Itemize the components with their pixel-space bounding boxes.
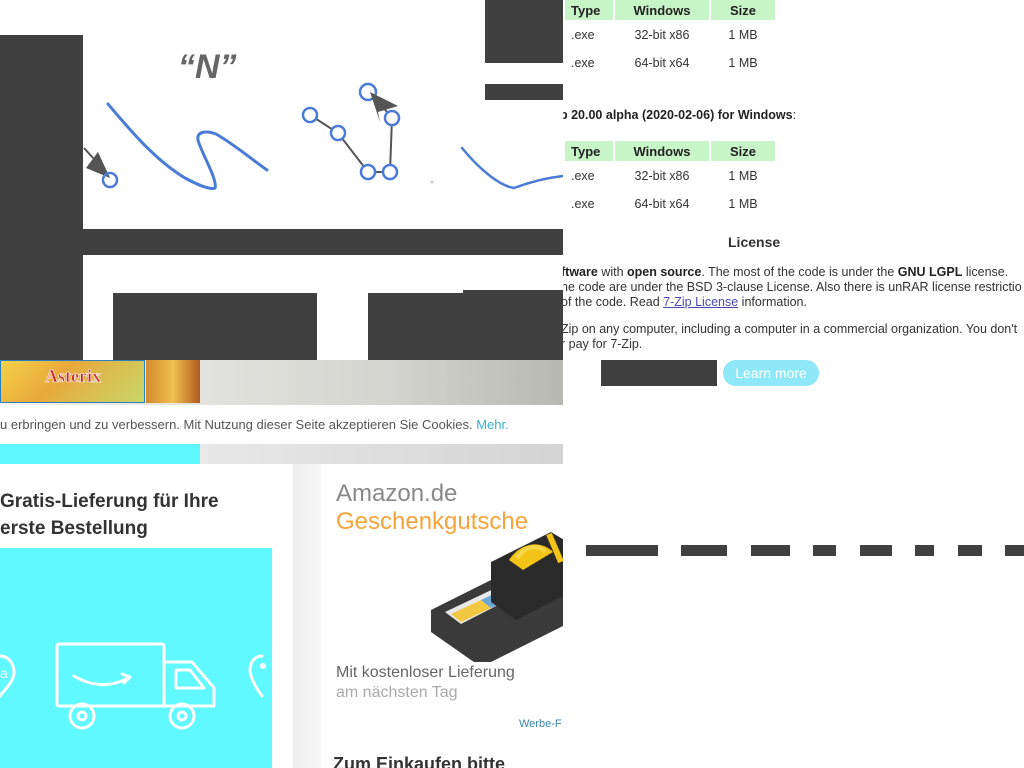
license-paragraph-4: Zip on any computer, including a compute… <box>563 322 1018 336</box>
column-gap <box>293 464 321 768</box>
table-row[interactable]: .exe 32-bit x86 1 MB <box>565 163 775 189</box>
cookie-more-link[interactable]: Mehr. <box>476 417 509 432</box>
license-paragraph-3: of the code. Read 7-Zip License informat… <box>563 295 807 310</box>
gesture-point <box>101 171 119 189</box>
license-text-bold: ftware <box>563 265 598 279</box>
gift-box-image <box>431 532 563 662</box>
svg-text:a: a <box>0 665 8 681</box>
overlay-block <box>0 35 83 360</box>
overlay-block <box>485 84 563 100</box>
overlay-dash <box>751 545 790 556</box>
gesture-dot <box>430 180 434 184</box>
gesture-point <box>383 109 401 127</box>
gift-card-line-1: Mit kostenloser Lieferung <box>336 664 515 681</box>
overlay-dash <box>1005 545 1024 556</box>
overlay-dash <box>586 545 658 556</box>
overlay-dash <box>958 545 982 556</box>
overlay-block <box>83 229 563 255</box>
overlay-block <box>113 293 317 360</box>
overlay-dash <box>813 545 836 556</box>
top-banner[interactable]: Asterix <box>0 360 563 405</box>
cell-type[interactable]: .exe <box>565 50 613 76</box>
cell-size: 1 MB <box>728 28 758 42</box>
overlay-block <box>601 360 717 386</box>
gesture-right-stroke <box>460 146 563 190</box>
cell-size: 1 MB <box>728 56 758 70</box>
overlay-dash <box>681 545 727 556</box>
svg-text:Asterix: Asterix <box>45 366 101 386</box>
col-header-type: Type <box>565 0 613 20</box>
license-text: information. <box>738 295 807 309</box>
col-header-size: Size <box>711 0 775 20</box>
cell-size: 1 MB <box>728 169 758 183</box>
banner-ad-logo: Asterix <box>45 366 102 387</box>
cell-type[interactable]: .exe <box>565 163 613 189</box>
col-header-type: Type <box>565 141 613 161</box>
cyan-strip <box>0 444 200 464</box>
gesture-n-stroke <box>106 102 269 190</box>
gift-card-brand: Amazon.de <box>336 480 458 507</box>
gesture-illustration: “N” <box>0 0 563 360</box>
license-text: of the code. Read <box>563 295 664 309</box>
overlay-block <box>485 0 563 63</box>
license-paragraph-5: r pay for 7-Zip. <box>563 337 643 351</box>
license-text: . The most of the code is under the <box>701 265 898 279</box>
cookie-notice-text: u erbringen und zu verbessern. Mit Nutzu… <box>0 417 477 432</box>
grey-strip <box>200 444 563 464</box>
download-table-alpha: Type Windows Size .exe 32-bit x86 1 MB .… <box>563 139 777 219</box>
free-delivery-card[interactable]: Gratis-Lieferung für Ihre erste Bestellu… <box>0 464 293 768</box>
license-text-bold: GNU LGPL <box>897 265 963 279</box>
table-row[interactable]: .exe 64-bit x64 1 MB <box>565 50 775 76</box>
cookie-notice: u erbringen und zu verbessern. Mit Nutzu… <box>0 417 509 432</box>
overlay-dash <box>915 545 934 556</box>
shopping-heading: Zum Einkaufen bitte <box>333 754 506 768</box>
gift-card-line-2: am nächsten Tag <box>336 684 458 701</box>
table-row[interactable]: .exe 64-bit x64 1 MB <box>565 191 775 217</box>
cell-type[interactable]: .exe <box>565 22 613 48</box>
license-paragraph-2: he code are under the BSD 3-clause Licen… <box>563 280 1022 294</box>
overlay-dash <box>860 545 892 556</box>
alpha-release-colon: : <box>792 108 797 122</box>
license-text-bold: open source <box>627 265 702 279</box>
download-table-stable: Type Windows Size .exe 32-bit x86 1 MB .… <box>563 0 777 78</box>
cell-windows: 64-bit x64 <box>634 197 690 211</box>
cell-type[interactable]: .exe <box>565 191 613 217</box>
col-header-size: Size <box>711 141 775 161</box>
license-heading: License <box>728 234 781 250</box>
cell-windows: 32-bit x86 <box>634 169 690 183</box>
license-link[interactable]: 7-Zip License <box>663 295 738 309</box>
gift-card-ad[interactable]: Amazon.de Geschenkgutsche Mit kostenlose… <box>321 464 563 768</box>
col-header-windows: Windows <box>615 141 709 161</box>
delivery-truck-icon: a <box>0 642 266 730</box>
license-text: license. <box>962 265 1009 279</box>
cell-size: 1 MB <box>728 197 758 211</box>
sevenzip-page: Type Windows Size .exe 32-bit x86 1 MB .… <box>563 0 1024 768</box>
gesture-point <box>329 124 347 142</box>
overlay-block <box>463 290 563 295</box>
license-text: with <box>597 265 628 279</box>
ad-label-link[interactable]: Werbe-F <box>519 718 562 730</box>
overlay-block <box>368 293 563 360</box>
cell-windows: 32-bit x86 <box>634 28 690 42</box>
free-delivery-title[interactable]: Gratis-Lieferung für Ihre erste Bestellu… <box>0 488 260 542</box>
gesture-point <box>381 163 399 181</box>
table-row[interactable]: .exe 32-bit x86 1 MB <box>565 22 775 48</box>
learn-more-button[interactable]: Learn more <box>723 360 819 386</box>
license-paragraph-1: ftware with open source. The most of the… <box>563 265 1008 280</box>
cell-windows: 64-bit x64 <box>634 56 690 70</box>
gesture-point <box>301 106 319 124</box>
alpha-release-heading: p 20.00 alpha (2020-02-06) for Windows: <box>563 108 796 123</box>
amazon-page: Asterix u erbringen und zu verbessern. M… <box>0 360 563 768</box>
gesture-point <box>359 163 377 181</box>
banner-ad-image-2[interactable] <box>146 360 200 403</box>
delivery-truck-image[interactable]: a <box>0 548 272 768</box>
col-header-windows: Windows <box>615 0 709 20</box>
alpha-release-title: p 20.00 alpha (2020-02-06) for Windows <box>563 108 793 122</box>
